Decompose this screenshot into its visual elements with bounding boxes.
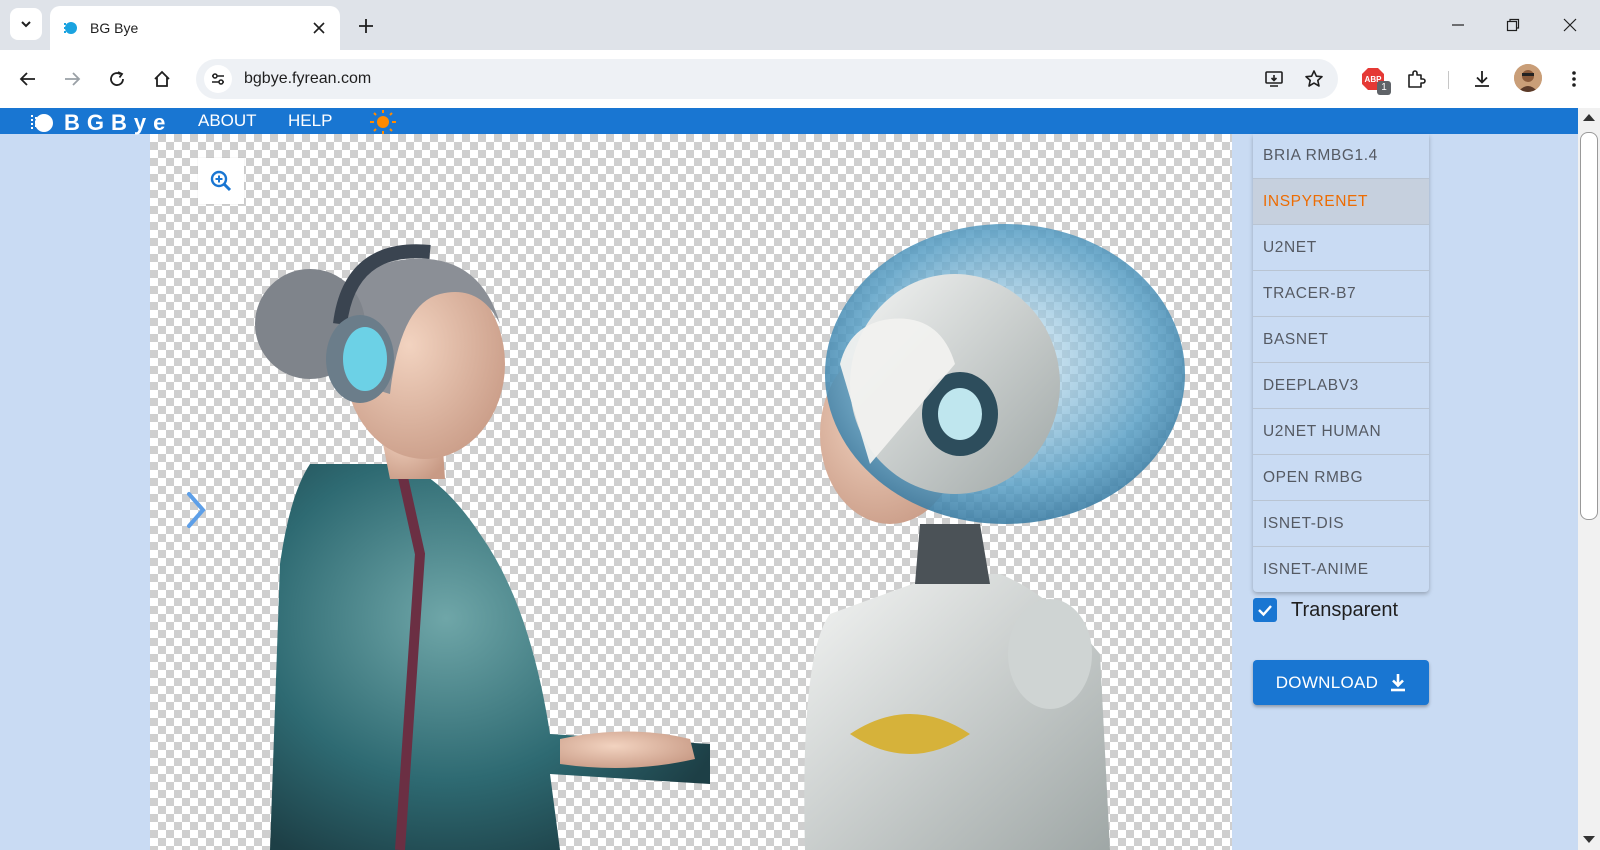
model-option[interactable]: ISNET-DIS [1253,500,1429,546]
browser-tab[interactable]: BG Bye [50,6,340,50]
reload-icon[interactable] [101,63,133,95]
model-option[interactable]: OPEN RMBG [1253,454,1429,500]
transparent-option: Transparent [1253,598,1398,622]
profile-avatar[interactable] [1514,64,1542,92]
address-bar[interactable]: bgbye.fyrean.com [196,59,1338,99]
install-app-icon[interactable] [1258,63,1290,95]
model-option[interactable]: U2NET [1253,224,1429,270]
logo[interactable]: BGBye [30,110,172,136]
download-button[interactable]: DOWNLOAD [1253,660,1429,705]
page-scrollbar[interactable] [1578,108,1600,850]
url-text[interactable]: bgbye.fyrean.com [244,70,1258,88]
close-window-icon[interactable] [1546,8,1594,42]
tab-title: BG Bye [90,20,139,36]
model-option[interactable]: BASNET [1253,316,1429,362]
tab-strip: BG Bye [0,0,1600,50]
scrollbar-thumb[interactable] [1580,132,1598,520]
chevron-right-icon[interactable] [184,490,208,530]
forward-icon[interactable] [56,63,88,95]
model-list: BRIA RMBG1.4 INSPYRENET U2NET TRACER-B7 … [1253,134,1429,592]
tab-search-icon[interactable] [10,8,42,40]
download-arrow-icon [1391,673,1406,691]
scroll-down-icon[interactable] [1583,836,1595,843]
model-option[interactable]: ISNET-ANIME [1253,546,1429,592]
kebab-menu-icon[interactable] [1558,63,1590,95]
adblock-icon[interactable]: ABP 1 [1357,63,1391,95]
model-option[interactable]: BRIA RMBG1.4 [1253,134,1429,178]
transparent-checkbox[interactable] [1253,598,1277,622]
minimize-icon[interactable] [1434,8,1482,42]
home-icon[interactable] [146,63,178,95]
extension-badge: 1 [1377,81,1391,95]
model-option-selected[interactable]: INSPYRENET [1253,178,1429,224]
model-option[interactable]: U2NET HUMAN [1253,408,1429,454]
model-option[interactable]: DEEPLABV3 [1253,362,1429,408]
close-icon[interactable] [308,17,330,39]
result-image-canvas[interactable] [150,134,1232,850]
scroll-up-icon[interactable] [1583,114,1595,121]
transparent-label[interactable]: Transparent [1291,599,1398,622]
puzzle-icon[interactable] [1400,63,1432,95]
model-option[interactable]: TRACER-B7 [1253,270,1429,316]
logo-text: BGBye [64,110,173,135]
subject-image [255,224,1185,850]
back-icon[interactable] [12,63,44,95]
logo-icon [31,114,53,132]
star-icon[interactable] [1298,63,1330,95]
app-bar: BGBye ABOUT HELP [0,108,1578,136]
zoom-in-icon[interactable] [198,158,244,204]
checkmark-icon [1258,605,1272,617]
site-settings-icon[interactable] [204,65,232,93]
download-button-label: DOWNLOAD [1275,672,1379,692]
sun-icon[interactable] [366,109,400,135]
favicon-icon [64,22,77,34]
nav-help[interactable]: HELP [288,111,332,131]
restore-icon[interactable] [1489,8,1537,42]
nav-about[interactable]: ABOUT [198,111,257,131]
toolbar-divider [1448,71,1449,89]
browser-toolbar: bgbye.fyrean.com ABP 1 [0,50,1600,108]
download-icon[interactable] [1466,63,1498,95]
page-viewport: BGBye ABOUT HELP BRIA RMBG1.4 INSPYRENET… [0,108,1578,850]
plus-icon[interactable] [350,10,382,42]
